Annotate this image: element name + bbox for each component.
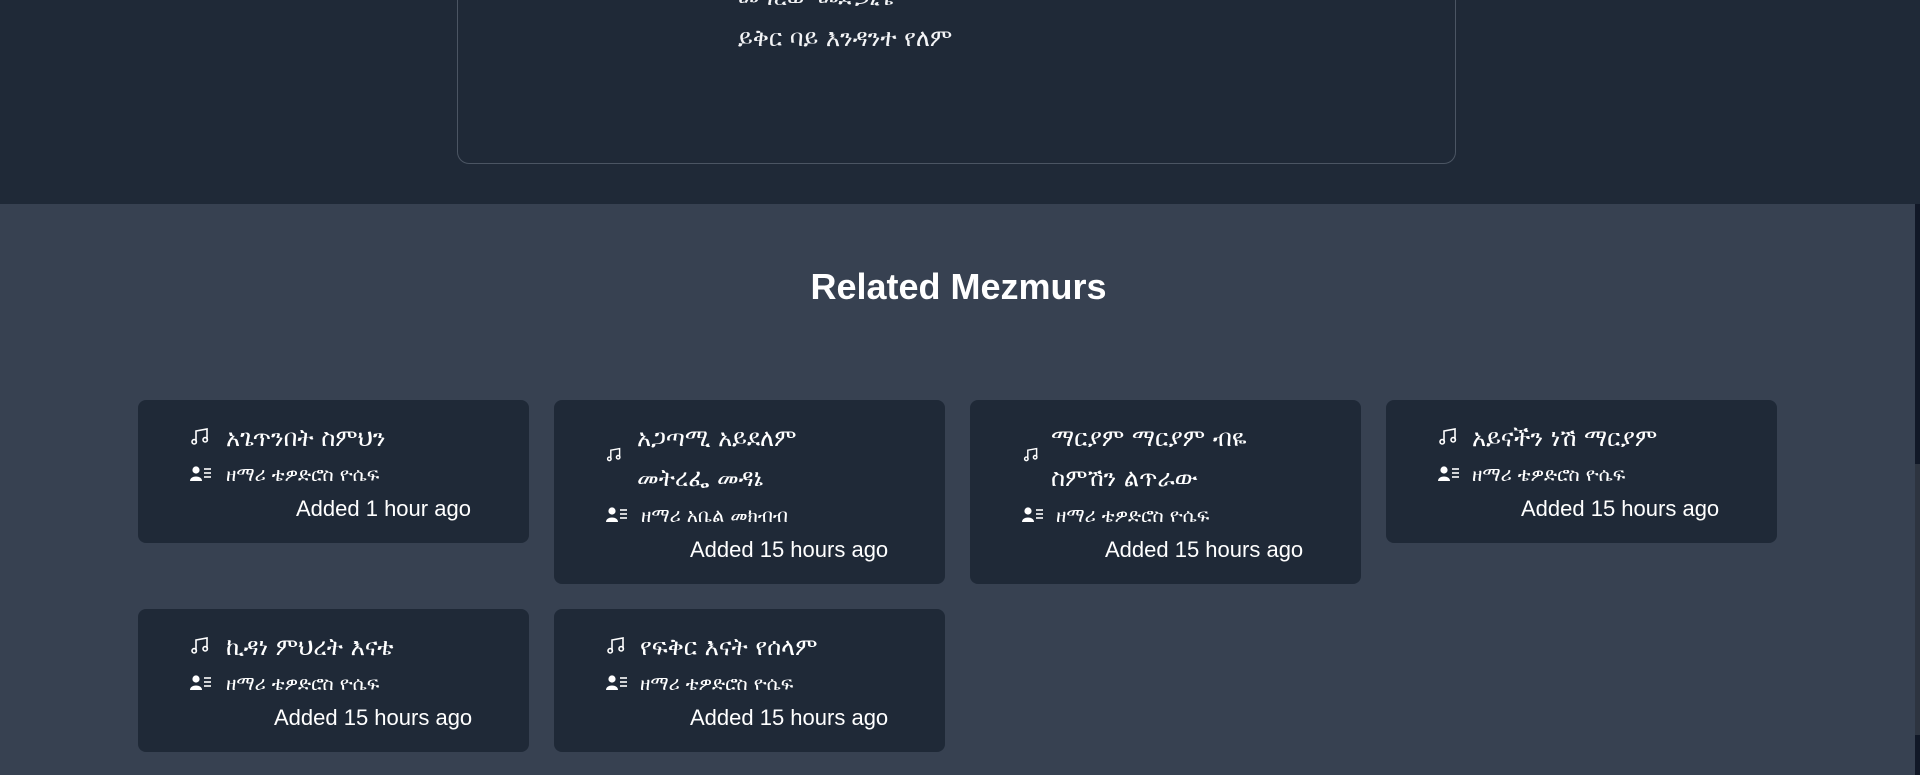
mezmur-title[interactable]: አጌጥንበት ስምህን (226, 418, 516, 458)
mezmur-added-time: Added 15 hours ago (1105, 537, 1304, 562)
lyrics-card: መግረው መድኃኒቴ ይቅር ባይ እንዳንተ የለም (457, 0, 1456, 164)
mezmur-added-time: Added 15 hours ago (1521, 496, 1720, 521)
mezmur-title[interactable]: ኪዳነ ምህረት እናቴ (226, 627, 516, 667)
mezmur-added-time: Added 15 hours ago (274, 705, 473, 730)
mezmur-card[interactable]: አጌጥንበት ስምህን ዘማሪ ቴዎድሮስ ዮሴፍ Added 1 hour a… (138, 400, 529, 543)
mezmur-card[interactable]: አይናችን ነሽ ማርያም ዘማሪ ቴዎድሮስ ዮሴፍ Added 15 hou… (1386, 400, 1777, 543)
user-list-icon (606, 506, 628, 526)
mezmur-added-time: Added 15 hours ago (690, 537, 889, 562)
mezmur-card[interactable]: አጋጣሚ አይደለም መትረፌ መዳኔ ዘማሪ አቤል መክብብ Added 1… (554, 400, 945, 584)
mezmur-card[interactable]: የፍቅር እናት የሰላም ዘማሪ ቴዎድሮስ ዮሴፍ Added 15 hou… (554, 609, 945, 752)
mezmur-title[interactable]: የፍቅር እናት የሰላም (640, 627, 930, 667)
music-note-icon (190, 636, 212, 656)
mezmur-artist: ዘማሪ አቤል መክብብ (641, 505, 788, 527)
music-note-icon (1438, 427, 1460, 447)
mezmur-artist: ዘማሪ ቴዎድሮስ ዮሴፍ (1472, 464, 1626, 486)
scrollbar-thumb[interactable] (1915, 204, 1920, 464)
mezmur-added-time: Added 1 hour ago (296, 496, 471, 521)
music-note-icon (1023, 447, 1045, 467)
music-note-icon (190, 427, 212, 447)
music-note-icon (606, 447, 628, 467)
mezmur-artist: ዘማሪ ቴዎድሮስ ዮሴፍ (226, 673, 380, 695)
user-list-icon (190, 674, 212, 694)
lyrics-section: መግረው መድኃኒቴ ይቅር ባይ እንዳንተ የለም (0, 0, 1920, 204)
mezmur-card[interactable]: ኪዳነ ምህረት እናቴ ዘማሪ ቴዎድሮስ ዮሴፍ Added 15 hour… (138, 609, 529, 752)
user-list-icon (190, 465, 212, 485)
mezmur-title[interactable]: አጋጣሚ አይደለም መትረፌ መዳኔ (637, 418, 857, 498)
mezmur-artist: ዘማሪ ቴዎድሮስ ዮሴፍ (640, 673, 794, 695)
mezmur-artist: ዘማሪ ቴዎድሮስ ዮሴፍ (1056, 505, 1210, 527)
mezmur-added-time: Added 15 hours ago (690, 705, 889, 730)
lyrics-line: መግረው መድኃኒቴ (738, 0, 895, 11)
user-list-icon (1022, 506, 1044, 526)
music-note-icon (606, 636, 628, 656)
mezmur-title[interactable]: አይናችን ነሽ ማርያም (1472, 418, 1762, 458)
mezmur-card[interactable]: ማርያም ማርያም ብዬ ስምሽን ልጥራው ዘማሪ ቴዎድሮስ ዮሴፍ Add… (970, 400, 1361, 584)
related-mezmurs-heading: Related Mezmurs (810, 266, 1107, 307)
user-list-icon (1438, 465, 1460, 485)
lyrics-line: ይቅር ባይ እንዳንተ የለም (738, 24, 953, 52)
mezmur-title[interactable]: ማርያም ማርያም ብዬ ስምሽን ልጥራው (1051, 418, 1281, 498)
mezmur-artist: ዘማሪ ቴዎድሮስ ዮሴፍ (226, 464, 380, 486)
user-list-icon (606, 674, 628, 694)
scrollbar-thumb[interactable] (1915, 735, 1920, 775)
